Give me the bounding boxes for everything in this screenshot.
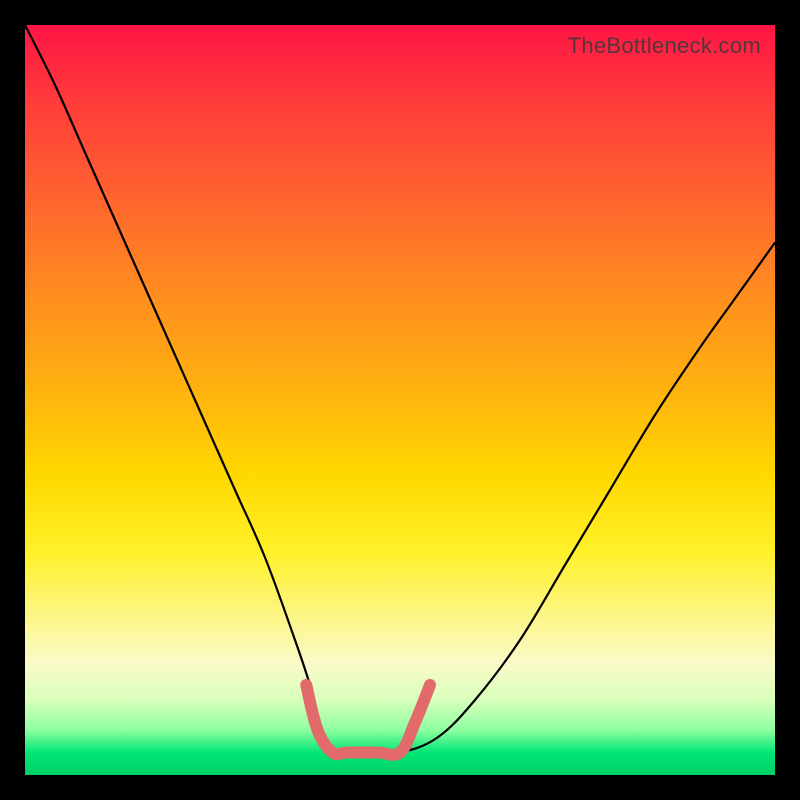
plot-area: TheBottleneck.com	[25, 25, 775, 775]
curves-svg	[25, 25, 775, 775]
chart-frame: TheBottleneck.com	[0, 0, 800, 800]
pink-optimum-curve	[306, 685, 430, 755]
black-curve	[25, 25, 775, 754]
